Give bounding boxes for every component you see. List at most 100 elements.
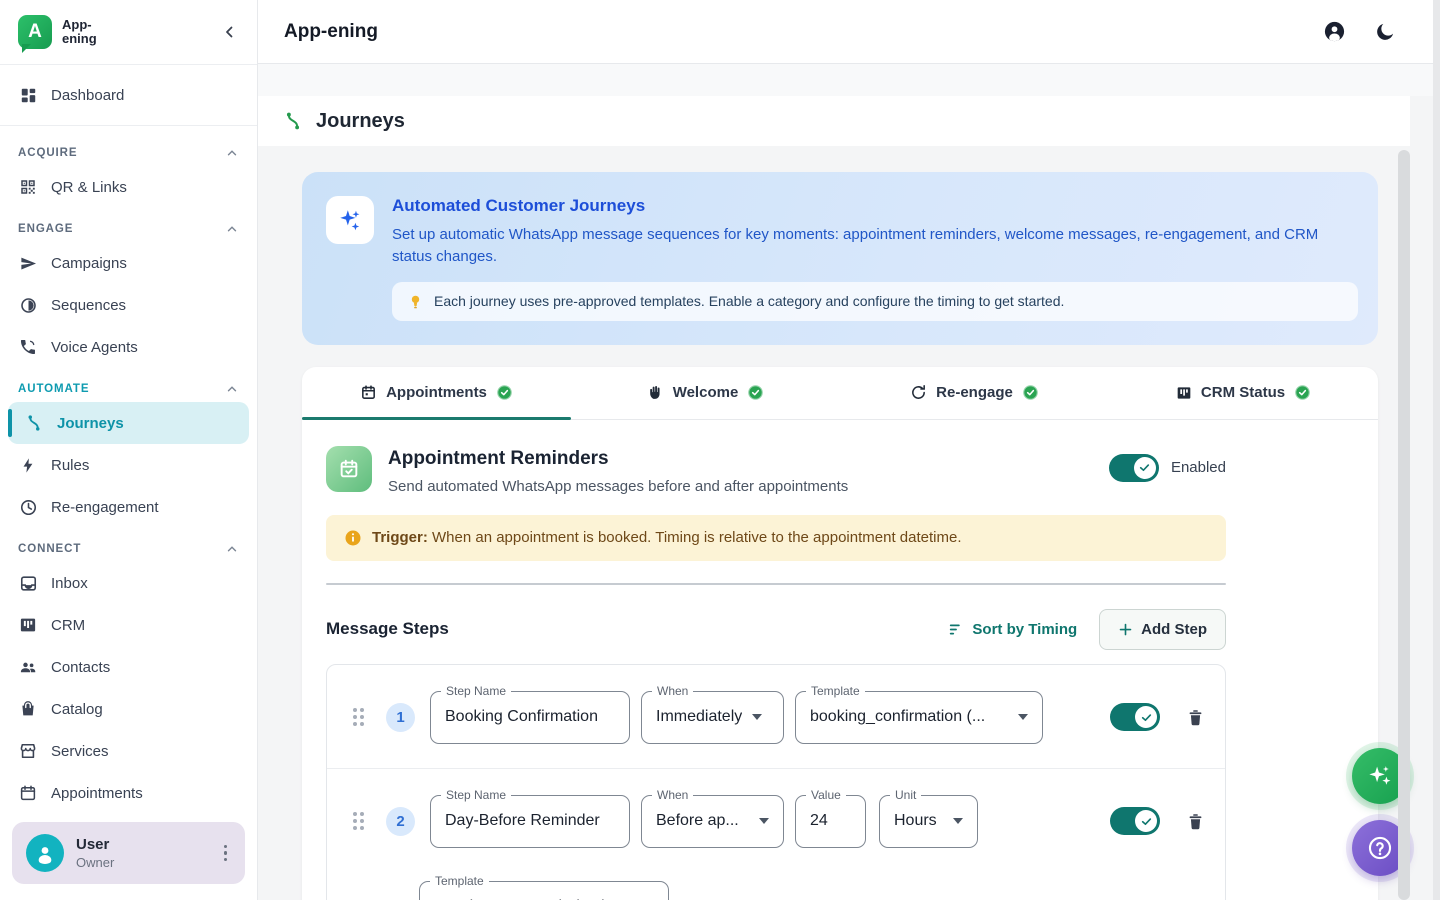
steps-toolbar: Message Steps Sort by Timing Add Step [326,609,1226,650]
sidebar-nav: Dashboard ACQUIRE QR & Links ENGAGE [0,65,257,900]
field-label: Step Name [441,788,511,802]
sidebar-collapse-button[interactable] [221,23,239,41]
trigger-label: Trigger: [372,529,428,546]
section-header-acquire[interactable]: ACQUIRE [0,132,257,166]
check-badge-icon [1022,384,1039,401]
sidebar-item-label: Inbox [51,575,88,592]
shopping-bag-icon [18,699,38,719]
field-value: Immediately [656,708,742,726]
trigger-text: Trigger: When an appointment is booked. … [372,529,961,546]
chevron-down-icon [752,714,762,720]
intro-note: Each journey uses pre-approved templates… [392,282,1358,321]
calendar-check-icon [338,458,360,480]
field-label: When [652,684,693,698]
main-area: App-ening Journeys Autom [258,0,1440,900]
sidebar-item-journeys[interactable]: Journeys [8,402,249,444]
sidebar-item-dashboard[interactable]: Dashboard [0,71,257,119]
sidebar-item-crm[interactable]: CRM [0,604,257,646]
section-header-engage[interactable]: ENGAGE [0,208,257,242]
user-menu-button[interactable] [220,841,232,866]
sidebar-item-sequences[interactable]: Sequences [0,284,257,326]
check-badge-icon [496,384,513,401]
sidebar-item-appointments[interactable]: Appointments [0,772,257,814]
reminders-enabled-toggle[interactable] [1109,454,1159,482]
field-label: When [652,788,693,802]
phone-icon [18,337,38,357]
step-row-2: 2 Step Name Day-Before Reminder When Bef… [327,768,1225,900]
app-logo-text: App- ening [62,18,97,45]
drag-handle-icon[interactable] [353,812,364,830]
tab-appointments[interactable]: Appointments [302,367,571,419]
sidebar-item-label: Rules [51,457,89,474]
when-select[interactable]: When Before ap... [641,795,784,848]
tab-re-engage[interactable]: Re-engage [840,367,1109,419]
field-value: Before ap... [656,812,739,830]
intro-banner: Automated Customer Journeys Set up autom… [302,172,1378,345]
sidebar-logo-row: A App- ening [0,0,257,64]
account-button[interactable] [1323,20,1346,43]
window-scrollbar[interactable] [1433,0,1440,900]
tab-crm-status[interactable]: CRM Status [1109,367,1378,419]
chevron-down-icon [759,818,769,824]
field-value: Hours [894,812,937,830]
sidebar-item-qr-links[interactable]: QR & Links [0,166,257,208]
chevron-down-icon [953,818,963,824]
step-number-badge: 2 [386,807,415,836]
check-icon [1138,461,1151,474]
check-badge-icon [1294,384,1311,401]
trash-icon [1186,812,1205,831]
intro-title: Automated Customer Journeys [392,196,1358,216]
dark-mode-toggle[interactable] [1374,21,1396,43]
tab-welcome[interactable]: Welcome [571,367,840,419]
step-name-input[interactable]: Step Name Booking Confirmation [430,691,630,744]
content-scrollbar[interactable] [1398,150,1410,900]
step-row-1: 1 Step Name Booking Confirmation When Im… [327,665,1225,768]
enabled-label: Enabled [1171,459,1226,476]
sidebar-item-services[interactable]: Services [0,730,257,772]
sidebar-item-rules[interactable]: Rules [0,444,257,486]
delete-step-button[interactable] [1186,708,1205,727]
template-select[interactable]: Template appointment_reminder (... [419,881,669,900]
sort-by-timing-button[interactable]: Sort by Timing [947,621,1077,638]
section-header-connect[interactable]: CONNECT [0,528,257,562]
steps-list: 1 Step Name Booking Confirmation When Im… [326,664,1226,900]
value-input[interactable]: Value 24 [795,795,866,848]
sidebar-item-inbox[interactable]: Inbox [0,562,257,604]
check-icon [1140,711,1153,724]
step-enabled-toggle[interactable] [1110,703,1160,731]
top-header: App-ening [258,0,1440,64]
header-actions [1323,20,1396,43]
sidebar-item-label: Sequences [51,297,126,314]
unit-select[interactable]: Unit Hours [879,795,978,848]
user-role: Owner [76,855,114,870]
field-label: Unit [890,788,921,802]
user-card[interactable]: User Owner [12,822,245,884]
add-step-label: Add Step [1141,621,1207,638]
step-enabled-toggle[interactable] [1110,807,1160,835]
kanban-icon [18,615,38,635]
storefront-icon [18,741,38,761]
section-header-automate[interactable]: AUTOMATE [0,368,257,402]
sidebar: A App- ening Dashboard ACQUIRE [0,0,258,900]
calendar-icon [360,384,377,401]
sidebar-item-voice-agents[interactable]: Voice Agents [0,326,257,368]
sidebar-item-contacts[interactable]: Contacts [0,646,257,688]
steps-title: Message Steps [326,619,449,639]
step-name-input[interactable]: Step Name Day-Before Reminder [430,795,630,848]
template-select[interactable]: Template booking_confirmation (... [795,691,1043,744]
sidebar-item-label: Services [51,743,109,760]
field-label: Value [806,788,846,802]
journeys-page-icon [282,110,304,132]
sidebar-item-re-engagement[interactable]: Re-engagement [0,486,257,528]
when-select[interactable]: When Immediately [641,691,784,744]
chevron-up-icon [225,382,239,396]
calendar-icon [18,783,38,803]
drag-handle-icon[interactable] [353,708,364,726]
sidebar-item-campaigns[interactable]: Campaigns [0,242,257,284]
add-step-button[interactable]: Add Step [1099,609,1226,650]
delete-step-button[interactable] [1186,812,1205,831]
sidebar-item-catalog[interactable]: Catalog [0,688,257,730]
logo-text-bottom: ening [62,32,97,46]
sparkles-tile [326,196,374,244]
step-actions [1110,703,1205,731]
